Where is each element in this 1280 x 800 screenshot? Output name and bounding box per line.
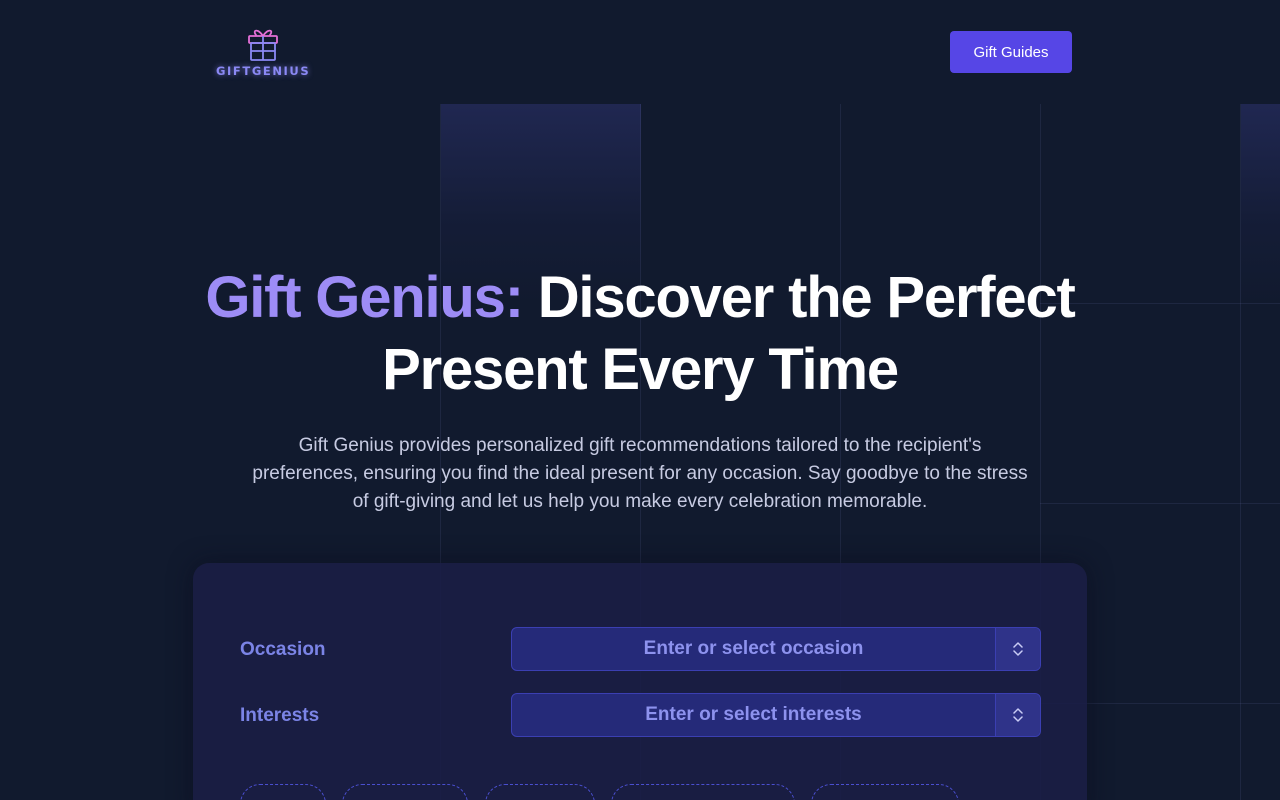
occasion-dropdown-toggle[interactable] bbox=[995, 628, 1040, 670]
page: GIFTGENIUS Gift Guides Gift Genius: Disc… bbox=[0, 0, 1280, 800]
hero-title-accent: Gift Genius: bbox=[205, 265, 524, 330]
logo-text: GIFTGENIUS bbox=[216, 64, 311, 78]
chevron-up-down-icon bbox=[1013, 708, 1023, 722]
occasion-combobox[interactable] bbox=[511, 627, 1041, 671]
interests-input[interactable] bbox=[512, 694, 995, 736]
tag-chip[interactable] bbox=[811, 784, 959, 800]
chevron-up-down-icon bbox=[1013, 642, 1023, 656]
tag-chip[interactable] bbox=[485, 784, 595, 800]
hero-title: Gift Genius: Discover the Perfect Presen… bbox=[200, 262, 1080, 406]
interests-dropdown-toggle[interactable] bbox=[995, 694, 1040, 736]
recommendation-form bbox=[193, 563, 1087, 800]
grid-line bbox=[1240, 104, 1241, 800]
grid-line bbox=[1040, 503, 1280, 504]
occasion-label: Occasion bbox=[240, 639, 326, 660]
interests-label: Interests bbox=[240, 705, 320, 726]
background-panel bbox=[1241, 104, 1280, 304]
occasion-input[interactable] bbox=[512, 628, 995, 670]
logo[interactable]: GIFTGENIUS bbox=[216, 26, 310, 82]
hero-subtitle: Gift Genius provides personalized gift r… bbox=[252, 435, 1028, 512]
tag-chip[interactable] bbox=[611, 784, 795, 800]
gift-guides-button[interactable]: Gift Guides bbox=[950, 31, 1072, 73]
tag-chip[interactable] bbox=[342, 784, 468, 800]
interests-combobox[interactable] bbox=[511, 693, 1041, 737]
gift-box-icon bbox=[248, 29, 278, 61]
tag-chip[interactable] bbox=[240, 784, 326, 800]
